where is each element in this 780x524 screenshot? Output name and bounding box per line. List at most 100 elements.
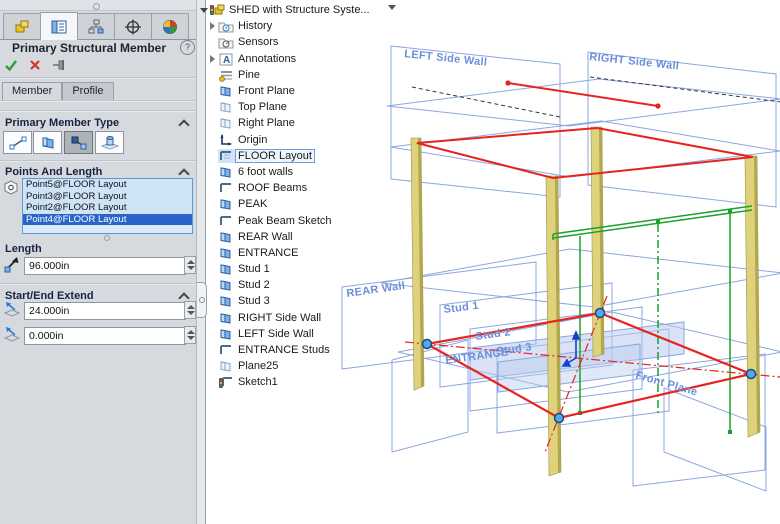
length-input[interactable] <box>24 257 186 275</box>
tab-profile[interactable]: Profile <box>62 82 113 101</box>
featuremanager-tab[interactable] <box>3 13 41 39</box>
point-selection-icon <box>3 180 19 200</box>
sketch-trafficlight-icon <box>218 375 235 389</box>
tree-item-history[interactable]: History <box>198 18 398 34</box>
expand-arrow-icon[interactable] <box>207 22 218 30</box>
tree-item-stud-2[interactable]: Stud 2 <box>198 277 398 293</box>
material-icon <box>218 68 235 82</box>
collapse-arrow-icon[interactable] <box>198 8 209 13</box>
length-icon <box>3 256 20 278</box>
sketch-icon <box>218 343 235 357</box>
tree-item-pine[interactable]: Pine <box>198 67 398 83</box>
points-listbox[interactable]: Point5@FLOOR Layout Point3@FLOOR Layout … <box>22 178 193 234</box>
end-extend-icon <box>3 326 20 348</box>
tree-item-right-side-wall[interactable]: RIGHT Side Wall <box>198 310 398 326</box>
start-extend-icon <box>3 301 20 323</box>
tree-item-entrance[interactable]: ENTRANCE <box>198 245 398 261</box>
svg-text:A: A <box>223 55 230 66</box>
plane-icon <box>218 197 235 211</box>
length-stepper[interactable] <box>184 256 196 274</box>
peak-plane <box>387 79 780 126</box>
point-length-member-button[interactable] <box>64 131 93 154</box>
tree-item-origin[interactable]: Origin <box>198 132 398 148</box>
plane-icon <box>218 246 235 260</box>
tree-item-entrance-studs[interactable]: ENTRANCE Studs <box>198 342 398 358</box>
tree-item-front-plane[interactable]: Front Plane <box>198 83 398 99</box>
start-extend-stepper[interactable] <box>184 301 196 319</box>
help-icon[interactable]: ? <box>180 40 195 55</box>
reference-plane-member-button[interactable] <box>33 131 62 154</box>
propertymanager-tab[interactable] <box>40 12 78 40</box>
sketch-icon <box>218 149 235 163</box>
roof-beam-rectangle <box>417 128 753 178</box>
pin-button[interactable] <box>52 58 68 72</box>
end-extend-stepper[interactable] <box>184 326 196 344</box>
cancel-button[interactable] <box>28 58 42 72</box>
expand-arrow-icon[interactable] <box>207 55 218 63</box>
tree-item-plane25[interactable]: Plane25 <box>198 358 398 374</box>
tree-item-right-plane[interactable]: Right Plane <box>198 115 398 131</box>
tree-root[interactable]: SHED with Structure Syste... <box>198 2 398 18</box>
tab-member[interactable]: Member <box>2 82 62 101</box>
plane-icon <box>218 84 235 98</box>
dimxpertmanager-tab[interactable] <box>114 13 152 39</box>
tree-item-annotations[interactable]: A Annotations <box>198 51 398 67</box>
manager-tab-strip <box>0 11 196 40</box>
plane-icon <box>218 294 235 308</box>
tree-item-sketch1[interactable]: Sketch1 <box>198 374 398 390</box>
display-pane-toggle-icon[interactable] <box>388 5 396 10</box>
label-right-side-wall: RIGHT Side Wall <box>589 51 680 72</box>
length-label: Length <box>5 243 42 255</box>
plane-icon <box>218 262 235 276</box>
tree-item-stud-3[interactable]: Stud 3 <box>198 293 398 309</box>
plane-icon <box>218 327 235 341</box>
sketch-icon <box>218 214 235 228</box>
sketch-icon <box>218 181 235 195</box>
displaymanager-tab[interactable] <box>151 13 189 39</box>
collapse-chevron-icon[interactable] <box>178 119 189 130</box>
green-wall-sketch[interactable] <box>553 206 752 434</box>
solidworks-window: { "property_manager": { "title": "Primar… <box>0 0 780 524</box>
part-icon <box>209 3 226 17</box>
tree-item-peak-beam-sketch[interactable]: Peak Beam Sketch <box>198 212 398 228</box>
label-stud2: Stud 2 <box>475 326 512 343</box>
plane-outline-icon <box>218 116 235 130</box>
face-plane-member-button[interactable] <box>95 131 124 154</box>
tree-item-stud-1[interactable]: Stud 1 <box>198 261 398 277</box>
property-manager-panel: Primary Structural Member ? MemberProfil… <box>0 0 196 524</box>
list-item[interactable]: Point3@FLOOR Layout <box>23 191 192 203</box>
member-profile-tabs: MemberProfile <box>2 82 114 100</box>
list-item[interactable]: Point5@FLOOR Layout <box>23 179 192 191</box>
tree-item-left-side-wall[interactable]: LEFT Side Wall <box>198 326 398 342</box>
listbox-resize-handle[interactable] <box>104 235 110 241</box>
tree-item-peak[interactable]: PEAK <box>198 196 398 212</box>
history-folder-icon <box>218 19 235 33</box>
panel-top-handle[interactable] <box>0 0 196 11</box>
tree-item-floor-layout[interactable]: FLOOR Layout <box>198 148 398 164</box>
start-extend-input[interactable] <box>24 302 186 320</box>
configurationmanager-tab[interactable] <box>77 13 115 39</box>
tree-item-top-plane[interactable]: Top Plane <box>198 99 398 115</box>
end-extend-input[interactable] <box>24 327 186 345</box>
reference-planes[interactable] <box>342 46 780 491</box>
tree-item-6-foot-walls[interactable]: 6 foot walls <box>198 164 398 180</box>
list-item[interactable]: Point2@FLOOR Layout <box>23 202 192 214</box>
sensors-folder-icon <box>218 35 235 49</box>
plane-outline-icon <box>218 359 235 373</box>
annotations-folder-icon: A <box>218 52 235 66</box>
label-stud1: Stud 1 <box>443 300 480 316</box>
tree-item-roof-beams[interactable]: ROOF Beams <box>198 180 398 196</box>
path-segment-member-button[interactable] <box>3 131 32 154</box>
plane-icon <box>218 278 235 292</box>
plane-icon <box>218 311 235 325</box>
list-item-selected[interactable]: Point4@FLOOR Layout <box>23 214 192 226</box>
ok-button[interactable] <box>4 58 18 72</box>
tree-item-sensors[interactable]: Sensors <box>198 34 398 50</box>
plane-icon <box>218 165 235 179</box>
label-left-side-wall: LEFT Side Wall <box>404 48 488 69</box>
plane-outline-icon <box>218 100 235 114</box>
feature-tree: SHED with Structure Syste... History Sen… <box>198 2 398 391</box>
origin-icon <box>218 133 235 147</box>
tree-item-rear-wall[interactable]: REAR Wall <box>198 229 398 245</box>
section-primary-member-type[interactable]: Primary Member Type <box>0 114 196 132</box>
